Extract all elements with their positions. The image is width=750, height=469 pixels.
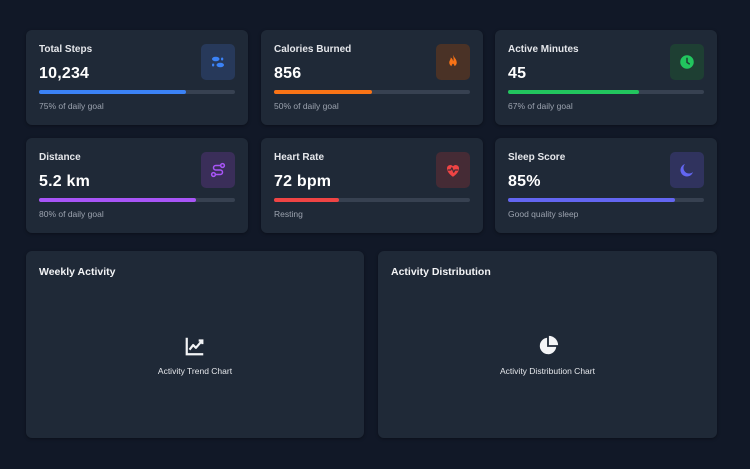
progress-fill (274, 90, 372, 94)
stat-subtext: Good quality sleep (508, 209, 579, 219)
moon-icon (670, 152, 704, 188)
progress-bar (274, 198, 470, 202)
stat-subtext: 75% of daily goal (39, 101, 104, 111)
panel-title: Activity Distribution (391, 266, 491, 278)
chart-placeholder-label: Activity Trend Chart (157, 366, 233, 376)
flame-icon (436, 44, 470, 80)
clock-icon (670, 44, 704, 80)
stat-card-total-steps: Total Steps 10,234 75% of daily goal (26, 30, 248, 125)
footsteps-icon (201, 44, 235, 80)
route-icon (201, 152, 235, 188)
progress-fill (39, 90, 186, 94)
stat-subtext: 50% of daily goal (274, 101, 339, 111)
chart-placeholder: Activity Distribution Chart (378, 335, 717, 376)
stat-card-calories-burned: Calories Burned 856 50% of daily goal (261, 30, 483, 125)
pie-chart-icon (539, 335, 558, 355)
activity-distribution-panel: Activity Distribution Activity Distribut… (378, 251, 717, 438)
progress-bar (508, 198, 704, 202)
stat-subtext: 80% of daily goal (39, 209, 104, 219)
progress-bar (39, 90, 235, 94)
stat-card-heart-rate: Heart Rate 72 bpm Resting (261, 138, 483, 233)
progress-bar (274, 90, 470, 94)
progress-bar (508, 90, 704, 94)
progress-fill (508, 90, 640, 94)
progress-bar (39, 198, 235, 202)
stat-card-distance: Distance 5.2 km 80% of daily goal (26, 138, 248, 233)
stat-card-active-minutes: Active Minutes 45 67% of daily goal (495, 30, 717, 125)
stat-card-sleep-score: Sleep Score 85% Good quality sleep (495, 138, 717, 233)
chart-placeholder-label: Activity Distribution Chart (500, 366, 595, 376)
chart-placeholder: Activity Trend Chart (26, 335, 364, 376)
stat-subtext: Resting (274, 209, 303, 219)
line-chart-icon (185, 337, 204, 356)
progress-fill (39, 198, 196, 202)
stat-subtext: 67% of daily goal (508, 101, 573, 111)
weekly-activity-panel: Weekly Activity Activity Trend Chart (26, 251, 364, 438)
heartbeat-icon (436, 152, 470, 188)
progress-fill (508, 198, 675, 202)
progress-fill (274, 198, 339, 202)
panel-title: Weekly Activity (39, 266, 116, 278)
